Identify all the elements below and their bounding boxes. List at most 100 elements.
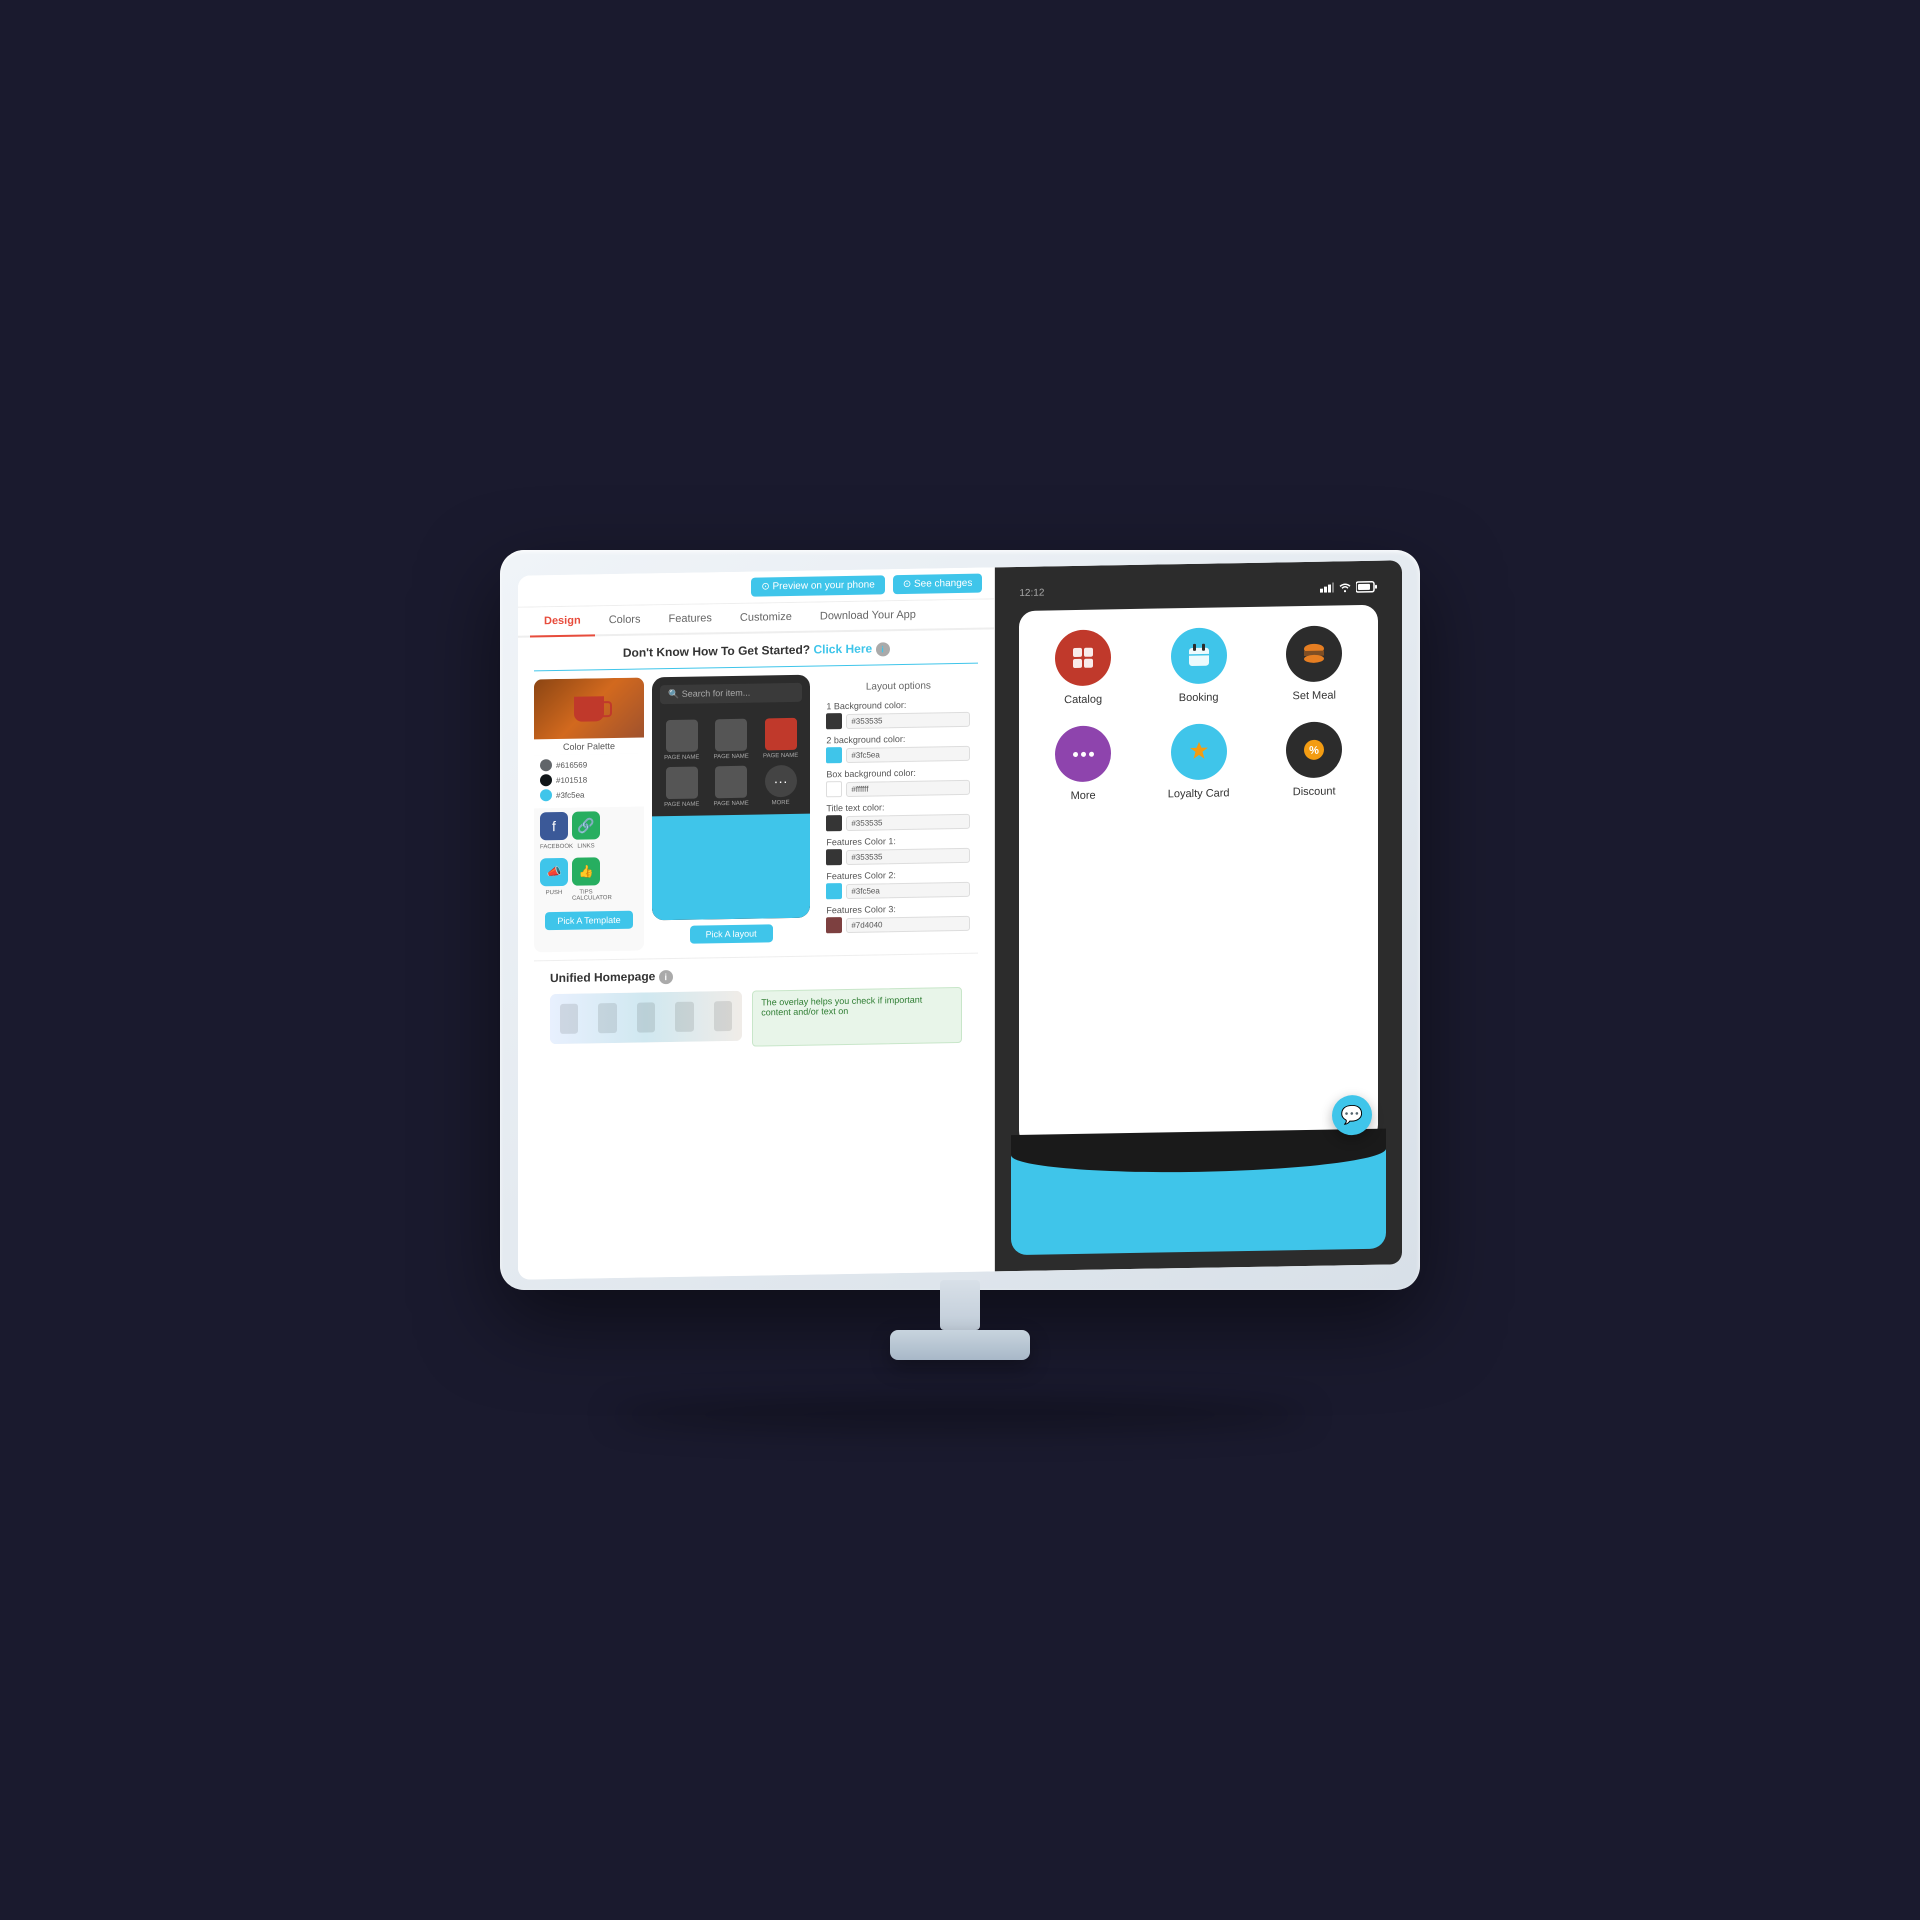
palette-label: Color Palette (534, 738, 644, 756)
tab-colors[interactable]: Colors (595, 605, 655, 636)
phone-icon-box-2 (715, 719, 747, 752)
push-icon[interactable]: 📣 (540, 858, 568, 886)
tab-customize[interactable]: Customize (726, 603, 806, 634)
content-area: Don't Know How To Get Started? Click Her… (518, 629, 994, 1279)
palette-row-1: #616569 (540, 758, 638, 772)
click-here-link[interactable]: Click Here (813, 642, 872, 657)
color-value-1[interactable]: #353535 (846, 711, 970, 728)
links-icon[interactable]: 🔗 (572, 811, 600, 839)
tab-download[interactable]: Download Your App (806, 601, 930, 633)
color-dot-2 (540, 774, 552, 786)
color-input-3: #ffffff (826, 779, 970, 798)
action-icons-row: 📣 👍 (534, 853, 644, 891)
color-value-4[interactable]: #353535 (846, 813, 970, 830)
setmeal-label: Set Meal (1292, 689, 1335, 702)
status-icons (1320, 581, 1378, 594)
setmeal-icon (1286, 625, 1342, 682)
setmeal-svg (1300, 640, 1328, 668)
color-hex-2: #101518 (556, 775, 587, 785)
app-item-booking[interactable]: Booking (1151, 627, 1247, 705)
info-icon: i (876, 642, 890, 656)
more-label: More (1071, 790, 1096, 802)
catalog-icon (1055, 629, 1111, 686)
loyalty-svg (1185, 738, 1213, 766)
loyalty-label: Loyalty Card (1168, 787, 1230, 800)
swatch-2[interactable] (826, 747, 842, 763)
color-dot-1 (540, 759, 552, 771)
layout-row-5: Features Color 1: #353535 (826, 835, 970, 866)
signal-icon (1320, 582, 1334, 592)
phone-icon-box-1 (666, 720, 698, 753)
dot-3 (1089, 751, 1094, 756)
color-value-6[interactable]: #3fc5ea (846, 881, 970, 898)
wifi-icon (1338, 582, 1352, 592)
booking-label: Booking (1179, 691, 1219, 704)
phone-icon-box-5 (715, 766, 747, 799)
color-value-7[interactable]: #7d4040 (846, 915, 970, 932)
dot-1 (1073, 751, 1078, 756)
catalog-label: Catalog (1064, 694, 1102, 707)
pick-template-button[interactable]: Pick A Template (545, 911, 632, 931)
pick-layout-button[interactable]: Pick A layout (690, 924, 773, 943)
layout-label-4: Title text color: (826, 801, 970, 814)
phone-icon-item-more: ··· MORE (759, 765, 802, 807)
svg-text:%: % (1309, 745, 1319, 757)
layout-options-panel: Layout options 1 Background color: #3535… (818, 672, 978, 948)
homepage-icon-4 (675, 1002, 693, 1032)
tab-features[interactable]: Features (654, 604, 725, 635)
phone-icon-box-4 (666, 767, 698, 800)
color-input-5: #353535 (826, 847, 970, 866)
app-item-loyalty[interactable]: Loyalty Card (1151, 723, 1247, 801)
tips-icon[interactable]: 👍 (572, 857, 600, 885)
phone-icon-item-3: PAGE NAME (759, 718, 802, 760)
color-hex-1: #616569 (556, 760, 587, 770)
monitor-neck (940, 1280, 980, 1330)
swatch-5[interactable] (826, 849, 842, 865)
color-dot-3 (540, 789, 552, 801)
dot-2 (1081, 751, 1086, 756)
layout-label-6: Features Color 2: (826, 869, 970, 882)
swatch-1[interactable] (826, 713, 842, 729)
color-input-4: #353535 (826, 813, 970, 832)
get-started-banner: Don't Know How To Get Started? Click Her… (534, 640, 978, 663)
app-item-setmeal[interactable]: Set Meal (1266, 625, 1362, 703)
phone-icon-item-5: PAGE NAME (709, 766, 752, 808)
more-icon (1055, 725, 1111, 782)
color-value-5[interactable]: #353535 (846, 847, 970, 864)
swatch-3[interactable] (826, 781, 842, 797)
homepage-icon-5 (714, 1001, 732, 1031)
homepage-icon-2 (598, 1003, 616, 1033)
phone-search-bar[interactable]: 🔍 Search for item... (660, 683, 802, 704)
wave-curve (1011, 1129, 1386, 1176)
phone-more-dot: ··· (765, 765, 797, 798)
links-label: LINKS (572, 843, 600, 849)
tab-design[interactable]: Design (530, 606, 595, 637)
discount-svg: % (1300, 736, 1328, 764)
app-item-more[interactable]: More (1035, 725, 1131, 803)
push-label: PUSH (540, 890, 568, 902)
color-value-3[interactable]: #ffffff (846, 779, 970, 796)
catalog-svg (1069, 644, 1097, 672)
app-card: Catalog (1019, 605, 1378, 1147)
more-dots (1073, 751, 1094, 756)
see-changes-button[interactable]: ⊙ See changes (893, 574, 983, 595)
template-row: Color Palette #616569 #101518 (534, 672, 978, 953)
homepage-bg (550, 991, 742, 1044)
app-grid: Catalog (1035, 625, 1362, 803)
layout-label-3: Box background color: (826, 767, 970, 780)
facebook-label: FACEBOOK (540, 844, 568, 850)
preview-button[interactable]: ⊙ Preview on your phone (751, 575, 884, 596)
color-value-2[interactable]: #3fc5ea (846, 745, 970, 762)
color-input-1: #353535 (826, 711, 970, 730)
layout-label-2: 2 background color: (826, 733, 970, 746)
app-item-catalog[interactable]: Catalog (1035, 629, 1131, 707)
swatch-6[interactable] (826, 883, 842, 899)
headline-text: Don't Know How To Get Started? (623, 643, 810, 660)
facebook-icon[interactable]: f (540, 812, 568, 840)
monitor-base (890, 1330, 1030, 1360)
app-item-discount[interactable]: % Discount (1266, 721, 1362, 799)
overlay-text-box: The overlay helps you check if important… (752, 987, 962, 1047)
swatch-4[interactable] (826, 815, 842, 831)
color-input-7: #7d4040 (826, 915, 970, 934)
swatch-7[interactable] (826, 917, 842, 933)
